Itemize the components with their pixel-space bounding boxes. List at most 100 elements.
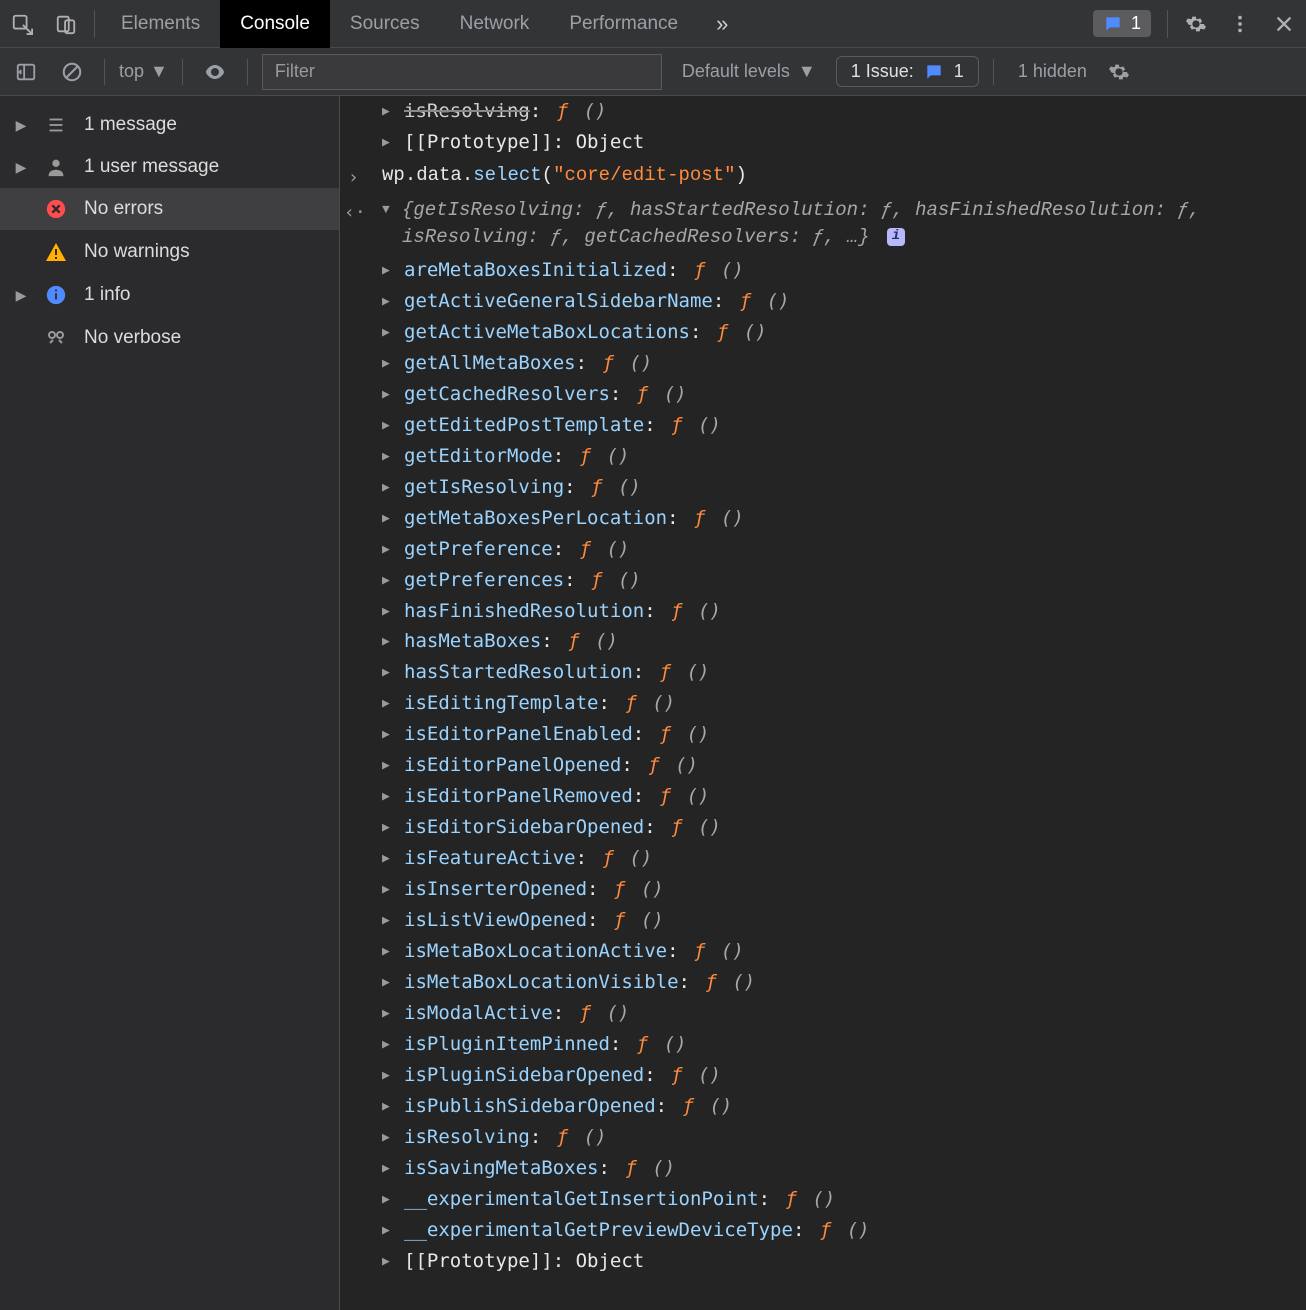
object-property-row[interactable]: ▶getActiveMetaBoxLocations: ƒ () xyxy=(382,317,1306,348)
expand-triangle-icon[interactable]: ▶ xyxy=(382,448,390,466)
expand-triangle-icon[interactable]: ▶ xyxy=(14,159,28,176)
object-property-row[interactable]: ▶getCachedResolvers: ƒ () xyxy=(382,379,1306,410)
object-property-row[interactable]: ▶isPluginItemPinned: ƒ () xyxy=(382,1029,1306,1060)
issues-pill[interactable]: 1 Issue: 1 xyxy=(836,56,979,87)
sidebar-item-user[interactable]: ▶1 user message xyxy=(0,146,339,188)
object-property-row[interactable]: ▶getEditedPostTemplate: ƒ () xyxy=(382,410,1306,441)
levels-selector[interactable]: Default levels ▼ xyxy=(682,61,816,82)
expand-triangle-icon[interactable]: ▶ xyxy=(382,1191,390,1209)
gear-icon[interactable] xyxy=(1174,0,1218,48)
info-icon[interactable]: i xyxy=(887,228,905,246)
filter-box[interactable] xyxy=(262,54,662,90)
expand-triangle-icon[interactable]: ▶ xyxy=(382,912,390,930)
tab-console[interactable]: Console xyxy=(220,0,330,48)
toggle-sidebar-icon[interactable] xyxy=(8,61,44,83)
expand-triangle-icon[interactable]: ▶ xyxy=(382,355,390,373)
object-property-row[interactable]: ▶getEditorMode: ƒ () xyxy=(382,441,1306,472)
expand-triangle-icon[interactable]: ▶ xyxy=(382,324,390,342)
sidebar-item-messages[interactable]: ▶1 message xyxy=(0,104,339,146)
expand-triangle-icon[interactable]: ▶ xyxy=(382,695,390,713)
object-property-row[interactable]: ▶ isResolving: ƒ () xyxy=(382,96,1306,127)
expand-triangle-icon[interactable]: ▶ xyxy=(382,943,390,961)
expand-triangle-icon[interactable]: ▶ xyxy=(382,293,390,311)
object-property-row[interactable]: ▶isEditorPanelOpened: ƒ () xyxy=(382,750,1306,781)
expand-triangle-icon[interactable]: ▶ xyxy=(382,572,390,590)
select-element-icon[interactable] xyxy=(0,0,44,48)
sidebar-item-warnings[interactable]: No warnings xyxy=(0,230,339,274)
expand-triangle-icon[interactable]: ▶ xyxy=(14,287,28,304)
object-property-row[interactable]: ▶isResolving: ƒ () xyxy=(382,1122,1306,1153)
object-property-row[interactable]: ▶getPreferences: ƒ () xyxy=(382,565,1306,596)
object-property-row[interactable]: ▶__experimentalGetInsertionPoint: ƒ () xyxy=(382,1184,1306,1215)
expand-triangle-icon[interactable]: ▶ xyxy=(382,881,390,899)
tab-elements[interactable]: Elements xyxy=(101,0,220,48)
expand-triangle-icon[interactable]: ▶ xyxy=(382,1253,390,1271)
console-result-row[interactable]: ‹· ▼ {getIsResolving: ƒ, hasStartedResol… xyxy=(340,193,1306,255)
expand-triangle-icon[interactable]: ▶ xyxy=(382,1098,390,1116)
object-property-row[interactable]: ▶isModalActive: ƒ () xyxy=(382,998,1306,1029)
expand-triangle-icon[interactable]: ▶ xyxy=(382,1222,390,1240)
device-toolbar-icon[interactable] xyxy=(44,0,88,48)
object-property-row[interactable]: ▶isFeatureActive: ƒ () xyxy=(382,843,1306,874)
object-property-row[interactable]: ▶ [[Prototype]]: Object xyxy=(382,1246,1306,1277)
tab-performance[interactable]: Performance xyxy=(549,0,698,48)
expand-triangle-icon[interactable]: ▶ xyxy=(382,479,390,497)
close-icon[interactable] xyxy=(1262,0,1306,48)
tabs-overflow-icon[interactable]: » xyxy=(698,0,746,48)
sidebar-item-info[interactable]: ▶1 info xyxy=(0,274,339,316)
expand-triangle-icon[interactable]: ▶ xyxy=(382,103,390,121)
expand-triangle-icon[interactable]: ▶ xyxy=(382,664,390,682)
object-property-row[interactable]: ▶__experimentalGetPreviewDeviceType: ƒ (… xyxy=(382,1215,1306,1246)
object-property-row[interactable]: ▶hasMetaBoxes: ƒ () xyxy=(382,626,1306,657)
context-selector[interactable]: top ▼ xyxy=(119,61,168,82)
expand-triangle-icon[interactable]: ▶ xyxy=(382,819,390,837)
expand-triangle-icon[interactable]: ▶ xyxy=(382,603,390,621)
expand-triangle-icon[interactable]: ▶ xyxy=(382,788,390,806)
object-property-row[interactable]: ▶isSavingMetaBoxes: ƒ () xyxy=(382,1153,1306,1184)
object-property-row[interactable]: ▶isEditorPanelRemoved: ƒ () xyxy=(382,781,1306,812)
object-property-row[interactable]: ▶isInserterOpened: ƒ () xyxy=(382,874,1306,905)
expand-triangle-icon[interactable]: ▶ xyxy=(382,850,390,868)
console-command-row[interactable]: › wp.data.select("core/edit-post") xyxy=(340,158,1306,193)
expand-triangle-icon[interactable]: ▶ xyxy=(382,1129,390,1147)
expand-triangle-icon[interactable]: ▶ xyxy=(14,117,28,134)
object-property-row[interactable]: ▶getAllMetaBoxes: ƒ () xyxy=(382,348,1306,379)
object-property-row[interactable]: ▶isListViewOpened: ƒ () xyxy=(382,905,1306,936)
object-property-row[interactable]: ▶isPluginSidebarOpened: ƒ () xyxy=(382,1060,1306,1091)
sidebar-item-errors[interactable]: No errors xyxy=(0,188,339,230)
expand-triangle-icon[interactable]: ▶ xyxy=(382,1067,390,1085)
object-property-row[interactable]: ▶ [[Prototype]]: Object xyxy=(382,127,1306,158)
expand-triangle-icon[interactable]: ▶ xyxy=(382,417,390,435)
expand-triangle-icon[interactable]: ▶ xyxy=(382,726,390,744)
object-property-row[interactable]: ▶hasStartedResolution: ƒ () xyxy=(382,657,1306,688)
expand-triangle-icon[interactable]: ▶ xyxy=(382,510,390,528)
expand-triangle-icon[interactable]: ▼ xyxy=(382,201,390,219)
object-property-row[interactable]: ▶isPublishSidebarOpened: ƒ () xyxy=(382,1091,1306,1122)
gear-icon[interactable] xyxy=(1101,61,1137,83)
expand-triangle-icon[interactable]: ▶ xyxy=(382,757,390,775)
tab-sources[interactable]: Sources xyxy=(330,0,440,48)
object-property-row[interactable]: ▶getActiveGeneralSidebarName: ƒ () xyxy=(382,286,1306,317)
live-expression-icon[interactable] xyxy=(197,60,233,84)
expand-triangle-icon[interactable]: ▶ xyxy=(382,541,390,559)
filter-input[interactable] xyxy=(275,61,649,82)
object-property-row[interactable]: ▶areMetaBoxesInitialized: ƒ () xyxy=(382,255,1306,286)
expand-triangle-icon[interactable]: ▶ xyxy=(382,1005,390,1023)
object-property-row[interactable]: ▶isMetaBoxLocationActive: ƒ () xyxy=(382,936,1306,967)
object-property-row[interactable]: ▶isMetaBoxLocationVisible: ƒ () xyxy=(382,967,1306,998)
object-property-row[interactable]: ▶getPreference: ƒ () xyxy=(382,534,1306,565)
object-property-row[interactable]: ▶getMetaBoxesPerLocation: ƒ () xyxy=(382,503,1306,534)
clear-console-icon[interactable] xyxy=(54,61,90,83)
object-property-row[interactable]: ▶isEditorPanelEnabled: ƒ () xyxy=(382,719,1306,750)
expand-triangle-icon[interactable]: ▶ xyxy=(382,1036,390,1054)
expand-triangle-icon[interactable]: ▶ xyxy=(382,974,390,992)
object-property-row[interactable]: ▶isEditorSidebarOpened: ƒ () xyxy=(382,812,1306,843)
sidebar-item-verbose[interactable]: No verbose xyxy=(0,316,339,360)
tab-network[interactable]: Network xyxy=(440,0,550,48)
top-issues-chip[interactable]: 1 xyxy=(1093,10,1151,37)
object-property-row[interactable]: ▶isEditingTemplate: ƒ () xyxy=(382,688,1306,719)
kebab-menu-icon[interactable] xyxy=(1218,0,1262,48)
object-property-row[interactable]: ▶getIsResolving: ƒ () xyxy=(382,472,1306,503)
object-property-row[interactable]: ▶hasFinishedResolution: ƒ () xyxy=(382,596,1306,627)
expand-triangle-icon[interactable]: ▶ xyxy=(382,1160,390,1178)
